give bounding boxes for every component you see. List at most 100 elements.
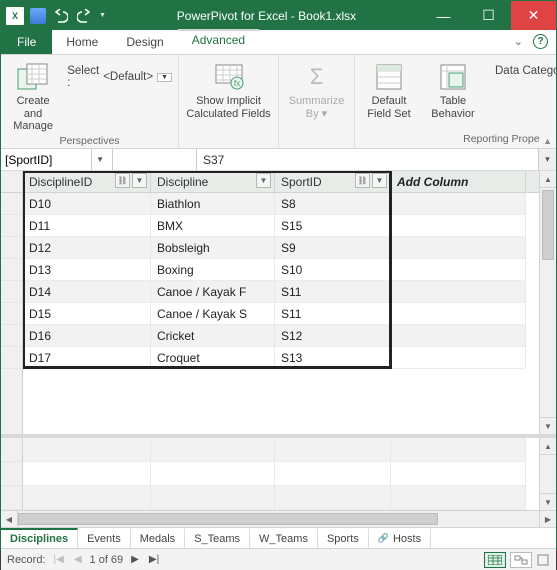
filter-icon[interactable]: ▼ [132, 173, 147, 188]
create-manage-button[interactable]: Create and Manage [7, 59, 59, 133]
sheet-tab-w_teams[interactable]: W_Teams [250, 528, 318, 548]
vertical-scrollbar[interactable]: ▲ ▼ [539, 171, 556, 434]
add-column-header[interactable]: Add Column [391, 171, 526, 192]
filter-icon[interactable]: ▼ [372, 173, 387, 188]
formula-bar: [SportID] ▼ S37 ▾ [1, 149, 556, 171]
cell-discipline[interactable]: Bobsleigh [151, 237, 275, 259]
cell-discipline[interactable]: Boxing [151, 259, 275, 281]
cell-sportid[interactable]: S12 [275, 325, 391, 347]
ribbon-options-icon[interactable]: ⌄ [514, 35, 523, 48]
table-row[interactable]: D13BoxingS10 [23, 259, 539, 281]
data-view-button[interactable] [484, 552, 506, 568]
relationship-icon[interactable]: ⛓ [115, 173, 130, 188]
tab-advanced[interactable]: Advanced [178, 29, 259, 54]
cell-discipline[interactable]: Biathlon [151, 193, 275, 215]
sheet-tab-hosts[interactable]: 🔗Hosts [369, 528, 431, 548]
undo-button[interactable] [51, 6, 71, 26]
table-row[interactable]: D14Canoe / Kayak FS11 [23, 281, 539, 303]
sheet-tab-s_teams[interactable]: S_Teams [185, 528, 250, 548]
filter-icon[interactable]: ▼ [256, 173, 271, 188]
expand-formula-icon[interactable]: ▾ [538, 149, 556, 170]
nav-prev-icon[interactable]: ◀ [72, 554, 84, 565]
cell-disciplineid[interactable]: D14 [23, 281, 151, 303]
app-icon[interactable]: X [5, 6, 25, 26]
show-hidden-button[interactable] [536, 552, 550, 568]
cell-sportid[interactable]: S11 [275, 281, 391, 303]
tab-design[interactable]: Design [112, 29, 177, 54]
svg-text:fx: fx [233, 79, 239, 88]
sheet-tab-disciplines[interactable]: Disciplines [1, 528, 78, 548]
table-row[interactable]: D12BobsleighS9 [23, 237, 539, 259]
cell-sportid[interactable]: S11 [275, 303, 391, 325]
table-behavior-button[interactable]: Table Behavior [425, 59, 481, 120]
scroll-thumb[interactable] [18, 513, 438, 525]
table-row[interactable]: D17CroquetS13 [23, 347, 539, 369]
cell-disciplineid[interactable]: D17 [23, 347, 151, 369]
cell-sportid[interactable]: S15 [275, 215, 391, 237]
cell-sportid[interactable]: S10 [275, 259, 391, 281]
cell-disciplineid[interactable]: D12 [23, 237, 151, 259]
row-gutter [1, 171, 23, 434]
cell-discipline[interactable]: Cricket [151, 325, 275, 347]
cell-discipline[interactable]: Canoe / Kayak S [151, 303, 275, 325]
save-button[interactable] [28, 6, 48, 26]
scroll-left-icon[interactable]: ◀ [1, 511, 18, 527]
nav-next-icon[interactable]: ▶ [129, 554, 141, 565]
chevron-down-icon[interactable]: ▼ [91, 149, 108, 170]
scroll-down-icon[interactable]: ▼ [540, 417, 556, 434]
redo-button[interactable] [74, 6, 94, 26]
ribbon-collapse-icon[interactable]: ▲ [543, 136, 552, 146]
cell-disciplineid[interactable]: D10 [23, 193, 151, 215]
cell-sportid[interactable]: S8 [275, 193, 391, 215]
minimize-button[interactable]: — [421, 1, 466, 30]
vertical-scrollbar-lower[interactable]: ▲ ▼ [539, 438, 556, 510]
qat-dropdown[interactable]: ▼ [97, 12, 108, 19]
maximize-button[interactable]: ☐ [466, 1, 511, 30]
scroll-right-icon[interactable]: ▶ [539, 511, 556, 527]
column-header-disciplineid[interactable]: DisciplineID ⛓▼ [23, 171, 151, 192]
scroll-thumb[interactable] [542, 190, 554, 260]
group-label-perspectives: Perspectives [7, 133, 172, 149]
cell-sportid[interactable]: S13 [275, 347, 391, 369]
help-icon[interactable]: ? [533, 34, 548, 49]
sheet-tab-events[interactable]: Events [78, 528, 131, 548]
table-row[interactable]: D11BMXS15 [23, 215, 539, 237]
sheet-tab-medals[interactable]: Medals [131, 528, 185, 548]
formula-value[interactable]: S37 [197, 149, 538, 170]
chevron-down-icon[interactable]: ▼ [157, 73, 172, 82]
diagram-view-button[interactable] [510, 552, 532, 568]
column-header-sportid[interactable]: SportID ⛓▼ [275, 171, 391, 192]
quick-access-toolbar: X ▼ [1, 6, 112, 26]
cell-disciplineid[interactable]: D13 [23, 259, 151, 281]
tab-home[interactable]: Home [52, 29, 112, 54]
nav-first-icon[interactable]: |◀ [52, 554, 66, 565]
cell-disciplineid[interactable]: D16 [23, 325, 151, 347]
sheet-tab-sports[interactable]: Sports [318, 528, 369, 548]
cell-discipline[interactable]: Croquet [151, 347, 275, 369]
measure-grid: ▲ ▼ [1, 434, 556, 510]
scroll-up-icon[interactable]: ▲ [540, 171, 556, 188]
data-category-dropdown[interactable]: Data Catego [489, 59, 556, 77]
cell-disciplineid[interactable]: D11 [23, 215, 151, 237]
cell-disciplineid[interactable]: D15 [23, 303, 151, 325]
show-implicit-fields-button[interactable]: fx Show Implicit Calculated Fields [185, 59, 272, 120]
table-row[interactable]: D16CricketS12 [23, 325, 539, 347]
table-row[interactable]: D15Canoe / Kayak SS11 [23, 303, 539, 325]
tab-file[interactable]: File [1, 29, 52, 54]
nav-last-icon[interactable]: ▶| [147, 554, 161, 565]
cell-discipline[interactable]: BMX [151, 215, 275, 237]
table-row[interactable]: D10BiathlonS8 [23, 193, 539, 215]
cell-sportid[interactable]: S9 [275, 237, 391, 259]
scroll-down-icon[interactable]: ▼ [540, 493, 556, 510]
name-box[interactable]: [SportID] ▼ [1, 149, 113, 170]
perspective-select[interactable]: Select : <Default> ▼ [67, 59, 172, 89]
column-header-discipline[interactable]: Discipline ▼ [151, 171, 275, 192]
default-field-set-button[interactable]: Default Field Set [361, 59, 417, 120]
app-window: X ▼ PowerPivot for Excel - Book1.xlsx — … [0, 0, 557, 550]
link-icon: 🔗 [378, 533, 389, 544]
close-button[interactable]: ✕ [511, 1, 556, 30]
relationship-icon[interactable]: ⛓ [355, 173, 370, 188]
cell-discipline[interactable]: Canoe / Kayak F [151, 281, 275, 303]
scroll-up-icon[interactable]: ▲ [540, 438, 556, 455]
horizontal-scrollbar[interactable]: ◀ ▶ [1, 510, 556, 527]
